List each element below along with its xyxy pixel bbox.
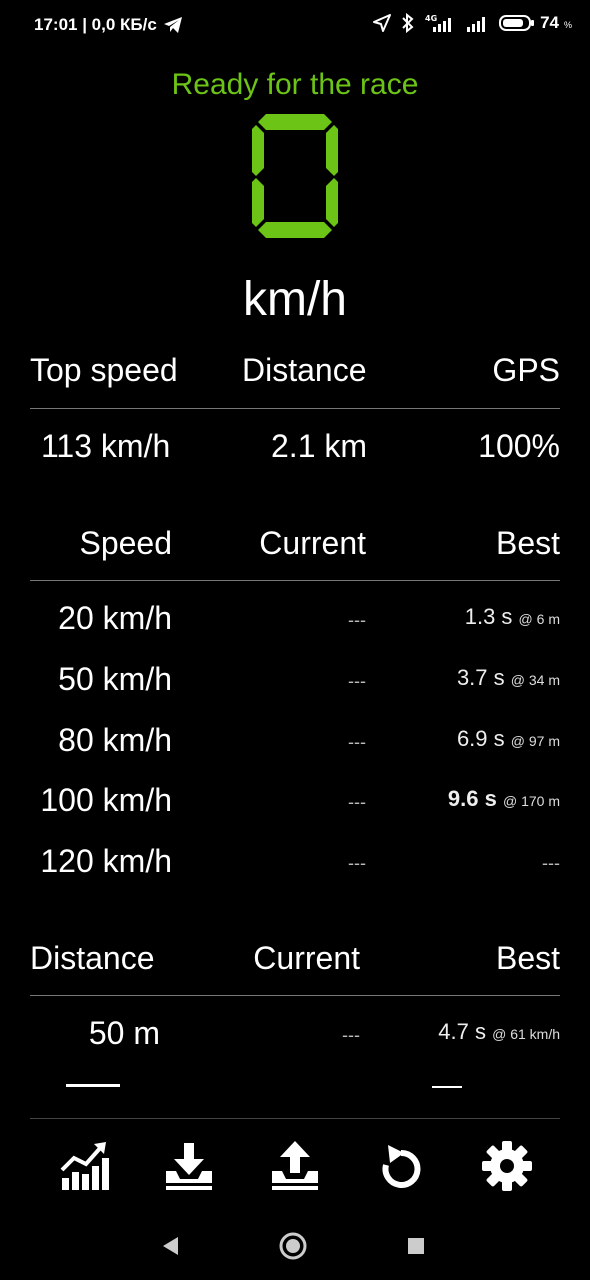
header-distance: Distance — [242, 352, 367, 388]
best-at: @ 61 km/h — [492, 1026, 560, 1042]
battery-indicator: 74 % — [499, 13, 572, 33]
header-current: Current — [253, 940, 360, 976]
divider — [30, 995, 560, 996]
best-value: 1.3 s @ 6 m — [465, 604, 560, 630]
speed-table-header: Speed Current Best — [30, 525, 560, 575]
speed-label: 100 km/h — [40, 782, 172, 818]
svg-text:4G: 4G — [425, 14, 437, 23]
divider — [30, 580, 560, 581]
best-value: 4.7 s @ 61 km/h — [438, 1019, 560, 1045]
current-value: --- — [348, 671, 366, 691]
header-top-speed: Top speed — [30, 352, 178, 388]
telegram-icon — [163, 17, 182, 33]
best-at: @ 170 m — [502, 793, 560, 809]
battery-icon — [499, 15, 535, 31]
recents-button[interactable] — [398, 1228, 434, 1264]
home-button[interactable] — [275, 1228, 311, 1264]
header-gps: GPS — [492, 352, 560, 388]
header-speed: Speed — [79, 525, 172, 561]
upload-button[interactable] — [265, 1136, 325, 1196]
current-value: --- — [348, 853, 366, 873]
speed-digit-display — [252, 114, 338, 238]
current-value: --- — [348, 732, 366, 752]
distance-value: 2.1 km — [271, 428, 368, 464]
bottom-toolbar — [0, 1136, 590, 1196]
system-nav-bar — [0, 1218, 590, 1270]
signal-4g-icon: 4G — [425, 14, 452, 32]
battery-unit: % — [563, 20, 572, 30]
best-at: @ 34 m — [510, 672, 560, 688]
summary-values: 113 km/h 2.1 km 100% — [30, 428, 560, 478]
best-at: @ 97 m — [510, 733, 560, 749]
home-icon — [279, 1232, 307, 1260]
upload-icon — [272, 1141, 318, 1190]
settings-button[interactable] — [477, 1136, 537, 1196]
table-row[interactable]: 100 km/h --- 9.6 s @ 170 m — [30, 782, 560, 832]
reset-button[interactable] — [371, 1136, 431, 1196]
clipped-text-fragment — [432, 1086, 462, 1088]
header-current: Current — [259, 525, 366, 561]
toolbar-divider — [30, 1118, 560, 1119]
time-and-network-speed: 17:01 | 0,0 КБ/с — [34, 15, 157, 34]
top-speed-value: 113 km/h — [41, 428, 171, 464]
reset-icon — [382, 1145, 421, 1188]
settings-icon — [482, 1141, 532, 1191]
summary-header: Top speed Distance GPS — [30, 352, 560, 402]
distance-label: 50 m — [88, 1015, 160, 1051]
best-time: 4.7 s — [438, 1019, 486, 1044]
best-time: 3.7 s — [456, 665, 505, 690]
location-icon — [373, 14, 392, 32]
best-value: 6.9 s @ 97 m — [457, 726, 560, 752]
status-right: 4G 74 % — [373, 13, 572, 33]
divider — [30, 408, 560, 409]
table-row[interactable]: 20 km/h --- 1.3 s @ 6 m — [30, 600, 560, 650]
best-time: 1.3 s — [464, 604, 513, 629]
current-value: --- — [348, 792, 366, 812]
best-at: @ 6 m — [518, 611, 560, 627]
clipped-row-fragment — [0, 1080, 590, 1090]
distance-table-header: Distance Current Best — [30, 940, 560, 990]
best-time: 6.9 s — [456, 726, 505, 751]
download-button[interactable] — [159, 1136, 219, 1196]
speed-unit: km/h — [242, 273, 347, 326]
battery-level: 74 — [540, 13, 559, 32]
bluetooth-icon — [402, 13, 414, 33]
header-best: Best — [495, 940, 560, 976]
best-value: 3.7 s @ 34 m — [457, 665, 560, 691]
signal-icon — [467, 17, 486, 32]
best-time: 9.6 s — [447, 786, 497, 811]
recents-icon — [408, 1238, 424, 1254]
race-status: Ready for the race — [171, 68, 419, 101]
status-left: 17:01 | 0,0 КБ/с — [34, 15, 183, 35]
header-best: Best — [495, 525, 560, 561]
back-button[interactable] — [152, 1228, 188, 1264]
table-row[interactable]: 80 km/h --- 6.9 s @ 97 m — [30, 722, 560, 772]
best-value: --- — [542, 853, 560, 873]
clipped-text-fragment — [66, 1084, 120, 1087]
back-icon — [163, 1237, 178, 1255]
header-distance: Distance — [30, 940, 155, 976]
chart-icon — [60, 1142, 109, 1190]
table-row[interactable]: 120 km/h --- --- — [30, 843, 560, 893]
stats-button[interactable] — [54, 1136, 114, 1196]
current-value: --- — [342, 1025, 360, 1045]
speed-label: 80 km/h — [58, 722, 172, 758]
table-row[interactable]: 50 km/h --- 3.7 s @ 34 m — [30, 661, 560, 711]
best-value: 9.6 s @ 170 m — [448, 786, 560, 812]
download-icon — [166, 1143, 212, 1190]
speed-label: 20 km/h — [58, 600, 172, 636]
table-row[interactable]: 50 m --- 4.7 s @ 61 km/h — [30, 1015, 560, 1065]
speed-label: 120 km/h — [40, 843, 172, 879]
gps-value: 100% — [478, 428, 560, 464]
status-bar: 17:01 | 0,0 КБ/с 4G 74 % — [0, 0, 590, 52]
speed-label: 50 km/h — [58, 661, 172, 697]
current-value: --- — [348, 610, 366, 630]
